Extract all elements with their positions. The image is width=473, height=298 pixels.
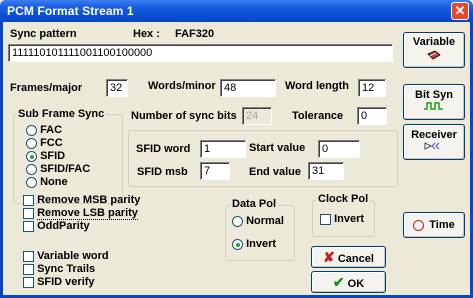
- variable-button[interactable]: Variable: [403, 32, 465, 68]
- radio-sfid[interactable]: SFID: [26, 150, 65, 162]
- checkbox-label: SFID verify: [37, 276, 95, 288]
- checkbox-box[interactable]: [23, 207, 34, 219]
- radio-label: SFID: [40, 150, 66, 162]
- sfid-msb-label: SFID msb: [137, 166, 188, 178]
- radio-label: Normal: [246, 215, 284, 227]
- cancel-button-label: Cancel: [337, 253, 374, 265]
- word-length-label: Word length: [285, 80, 349, 92]
- square-wave-icon: [424, 102, 443, 110]
- radio-indicator[interactable]: [26, 124, 37, 136]
- sfid-word-label: SFID word: [136, 143, 191, 155]
- checkbox-sfid-verify[interactable]: SFID verify: [23, 276, 95, 288]
- start-value-input[interactable]: 0: [318, 140, 360, 158]
- receiver-button[interactable]: Receiver: [403, 124, 465, 160]
- notepad-pencil-icon: [427, 50, 441, 60]
- clock-icon: [413, 219, 425, 231]
- end-value-label: End value: [249, 166, 301, 178]
- checkbox-box[interactable]: [320, 213, 331, 225]
- x-icon: ✘: [323, 249, 335, 265]
- radio-normal[interactable]: Normal: [232, 215, 284, 227]
- check-icon: ✔: [332, 274, 345, 290]
- time-button[interactable]: Time: [403, 212, 465, 238]
- checkbox-odd-parity[interactable]: OddParity: [23, 220, 90, 232]
- signal-receiver-icon: [424, 142, 440, 150]
- sub-frame-sync-title: Sub Frame Sync: [16, 108, 107, 120]
- cancel-button[interactable]: ✘ Cancel: [311, 246, 386, 268]
- hex-label: Hex :: [133, 28, 160, 40]
- receiver-button-label: Receiver: [411, 129, 457, 141]
- start-value-label: Start value: [249, 142, 306, 154]
- radio-indicator[interactable]: [232, 238, 243, 250]
- variable-button-label: Variable: [412, 36, 456, 48]
- radio-indicator[interactable]: [26, 137, 37, 149]
- radio-label: SFID/FAC: [40, 163, 91, 175]
- checkbox-remove-msb-parity[interactable]: Remove MSB parity: [23, 194, 140, 206]
- bit-syn-button[interactable]: Bit Syn: [403, 84, 465, 120]
- radio-indicator[interactable]: [232, 215, 243, 227]
- sync-pattern-label: Sync pattern: [10, 28, 77, 40]
- radio-invert[interactable]: Invert: [232, 238, 276, 250]
- radio-indicator[interactable]: [26, 150, 37, 162]
- checkbox-label: Sync Trails: [37, 263, 96, 275]
- checkbox-box[interactable]: [23, 194, 34, 206]
- sync-pattern-input[interactable]: 111110101111001100100000: [8, 44, 393, 62]
- clock-pol-title: Clock Pol: [316, 193, 371, 205]
- radio-fac[interactable]: FAC: [26, 124, 62, 136]
- radio-label: None: [40, 176, 68, 188]
- radio-fcc[interactable]: FCC: [26, 137, 63, 149]
- checkbox-box[interactable]: [23, 250, 34, 262]
- ok-button-label: OK: [347, 278, 365, 290]
- checkbox-sync-trails[interactable]: Sync Trails: [23, 263, 95, 275]
- window-title: PCM Format Stream 1: [7, 4, 134, 18]
- radio-indicator[interactable]: [26, 163, 37, 175]
- close-button[interactable]: ✕: [451, 2, 469, 20]
- checkbox-box[interactable]: [23, 263, 34, 275]
- tolerance-label: Tolerance: [292, 110, 344, 122]
- radio-label: Invert: [246, 238, 277, 250]
- data-pol-group: [225, 205, 295, 261]
- end-value-input[interactable]: 31: [308, 162, 344, 180]
- time-button-label: Time: [429, 219, 455, 231]
- radio-sfid-fac[interactable]: SFID/FAC: [26, 163, 90, 175]
- checkbox-label: Variable word: [37, 250, 109, 262]
- checkbox-box[interactable]: [23, 220, 34, 232]
- num-sync-bits-input: 24: [242, 107, 272, 125]
- ok-button[interactable]: ✔ OK: [311, 271, 386, 293]
- frames-major-label: Frames/major: [10, 82, 83, 94]
- radio-label: FAC: [40, 124, 63, 136]
- checkbox-variable-word[interactable]: Variable word: [23, 250, 109, 262]
- hex-value: FAF320: [175, 28, 215, 40]
- radio-none[interactable]: None: [26, 176, 68, 188]
- checkbox-label: Invert: [334, 213, 365, 225]
- checkbox-label: Remove MSB parity: [37, 194, 141, 206]
- frames-major-input[interactable]: 32: [106, 79, 128, 97]
- word-length-input[interactable]: 12: [358, 79, 386, 97]
- radio-label: FCC: [40, 137, 63, 149]
- tolerance-input[interactable]: 0: [357, 107, 387, 125]
- words-minor-label: Words/minor: [148, 80, 216, 92]
- checkbox-label: Remove LSB parity: [37, 207, 138, 220]
- checkbox-clock-invert[interactable]: Invert: [320, 213, 364, 225]
- checkbox-box[interactable]: [23, 276, 34, 288]
- checkbox-label: OddParity: [37, 220, 90, 232]
- sfid-msb-input[interactable]: 7: [200, 162, 230, 180]
- num-sync-bits-label: Number of sync bits: [131, 110, 237, 122]
- checkbox-remove-lsb-parity[interactable]: Remove LSB parity: [23, 207, 138, 220]
- data-pol-title: Data Pol: [230, 198, 279, 210]
- radio-indicator[interactable]: [26, 176, 37, 188]
- words-minor-input[interactable]: 48: [220, 79, 276, 97]
- sfid-word-input[interactable]: 1: [200, 140, 246, 158]
- sfid-group: [128, 130, 398, 187]
- bit-syn-button-label: Bit Syn: [415, 89, 453, 101]
